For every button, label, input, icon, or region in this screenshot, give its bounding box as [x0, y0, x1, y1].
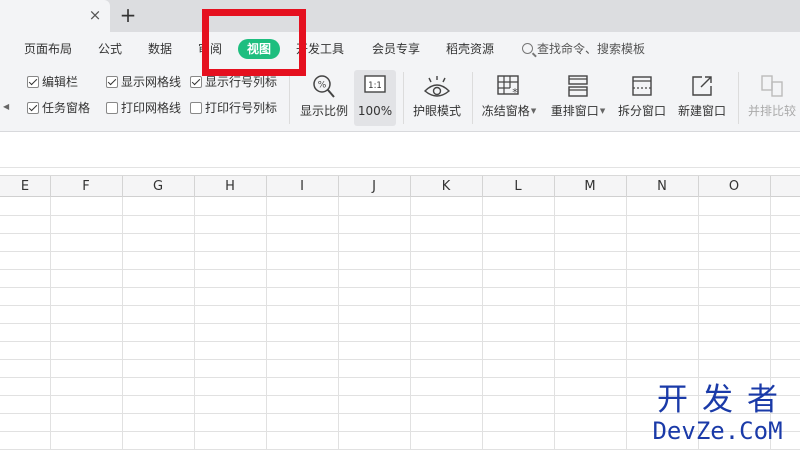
- eye-icon: [423, 76, 451, 97]
- checkbox-icon: [27, 102, 39, 114]
- close-tab-icon[interactable]: ×: [86, 6, 104, 24]
- column-header[interactable]: O: [698, 176, 770, 197]
- eye-care-button[interactable]: 护眼模式: [408, 70, 466, 126]
- checkbox-icon: [106, 76, 118, 88]
- new-window-button[interactable]: 新建窗口: [674, 70, 730, 126]
- dropdown-caret-icon: ▼: [599, 107, 606, 115]
- split-window-label: 拆分窗口: [617, 104, 666, 118]
- checkbox-icon: [190, 76, 202, 88]
- checkbox-show-headings[interactable]: 显示行号列标: [190, 74, 277, 90]
- checkbox-icon: [190, 102, 202, 114]
- column-header[interactable]: E: [0, 176, 50, 197]
- new-window-label: 新建窗口: [677, 104, 726, 118]
- checkbox-label: 打印网格线: [121, 101, 182, 115]
- menu-member[interactable]: 会员专享: [372, 40, 420, 58]
- menu-review[interactable]: 审阅: [198, 40, 222, 58]
- column-header[interactable]: G: [122, 176, 194, 197]
- column-header[interactable]: L: [482, 176, 554, 197]
- side-by-side-label: 并排比较: [747, 104, 796, 118]
- menu-data[interactable]: 数据: [148, 40, 172, 58]
- zoom-100-button[interactable]: 1:1 100%: [354, 70, 396, 126]
- checkbox-print-headings[interactable]: 打印行号列标: [190, 100, 277, 116]
- zoom-magnifier-icon: %: [313, 75, 335, 98]
- tab-strip: × +: [0, 0, 800, 32]
- menu-bar: 页面布局 公式 数据 审阅 视图 开发工具 会员专享 稻壳资源 查找命令、搜索模…: [0, 32, 800, 66]
- svg-text:%: %: [318, 81, 327, 91]
- search-icon: [522, 43, 533, 54]
- new-window-icon: [692, 76, 712, 96]
- column-header-bar: E F G H I J K L M N O: [0, 175, 800, 197]
- column-header[interactable]: M: [554, 176, 626, 197]
- eye-care-label: 护眼模式: [412, 104, 461, 118]
- menu-docer-resources[interactable]: 稻壳资源: [446, 40, 494, 58]
- split-window-button[interactable]: 拆分窗口: [614, 70, 670, 126]
- checkbox-label: 任务窗格: [42, 101, 91, 115]
- document-tab[interactable]: ×: [0, 0, 110, 32]
- command-search-placeholder: 查找命令、搜索模板: [537, 42, 646, 56]
- column-header[interactable]: F: [50, 176, 122, 197]
- split-window-icon: [632, 76, 652, 96]
- ribbon-scroll-left-icon[interactable]: ◀: [3, 102, 9, 111]
- checkbox-task-pane[interactable]: 任务窗格: [27, 100, 90, 116]
- arrange-windows-icon: [568, 75, 588, 97]
- column-header[interactable]: I: [266, 176, 338, 197]
- cell-grid[interactable]: [0, 197, 800, 450]
- column-header[interactable]: N: [626, 176, 698, 197]
- dropdown-caret-icon: ▼: [530, 107, 537, 115]
- checkbox-icon: [106, 102, 118, 114]
- column-header[interactable]: H: [194, 176, 266, 197]
- ribbon-separator: [289, 72, 290, 124]
- view-ribbon: ◀ 编辑栏 任务窗格 显示网格线 打印网格线 显示行号列标 打印行号列标 % 显…: [0, 66, 800, 132]
- checkbox-formula-bar[interactable]: 编辑栏: [27, 74, 78, 90]
- ribbon-separator: [472, 72, 473, 124]
- checkbox-show-gridlines[interactable]: 显示网格线: [106, 74, 181, 90]
- menu-formulas[interactable]: 公式: [98, 40, 122, 58]
- arrange-windows-button[interactable]: 重排窗口▼: [546, 70, 610, 126]
- freeze-panes-icon: *: [497, 75, 519, 98]
- svg-text:*: *: [512, 86, 518, 98]
- column-divider[interactable]: [770, 176, 771, 197]
- column-header[interactable]: K: [410, 176, 482, 197]
- checkbox-label: 显示行号列标: [205, 75, 278, 89]
- one-to-one-text: 1:1: [368, 81, 382, 91]
- zoom-button-label: 显示比例: [299, 104, 348, 118]
- arrange-windows-label: 重排窗口: [550, 104, 599, 118]
- formula-bar[interactable]: [0, 132, 800, 168]
- ribbon-separator: [403, 72, 404, 124]
- new-tab-icon[interactable]: +: [117, 3, 139, 27]
- freeze-panes-label: 冻结窗格: [481, 104, 530, 118]
- checkbox-label: 打印行号列标: [205, 101, 278, 115]
- checkbox-icon: [27, 76, 39, 88]
- menu-page-layout[interactable]: 页面布局: [24, 40, 72, 58]
- column-header[interactable]: J: [338, 176, 410, 197]
- side-by-side-icon: [761, 75, 783, 97]
- checkbox-label: 显示网格线: [121, 75, 182, 89]
- freeze-panes-button[interactable]: * 冻结窗格▼: [476, 70, 542, 126]
- menu-view[interactable]: 视图: [238, 39, 281, 59]
- checkbox-label: 编辑栏: [42, 75, 79, 89]
- ribbon-separator: [738, 72, 739, 124]
- zoom-button[interactable]: % 显示比例: [296, 70, 352, 126]
- command-search[interactable]: 查找命令、搜索模板: [522, 40, 645, 58]
- side-by-side-button: 并排比较: [744, 70, 800, 126]
- checkbox-print-gridlines[interactable]: 打印网格线: [106, 100, 181, 116]
- menu-developer[interactable]: 开发工具: [296, 40, 344, 58]
- zoom-100-label: 100%: [357, 104, 393, 118]
- one-to-one-icon: 1:1: [364, 75, 386, 93]
